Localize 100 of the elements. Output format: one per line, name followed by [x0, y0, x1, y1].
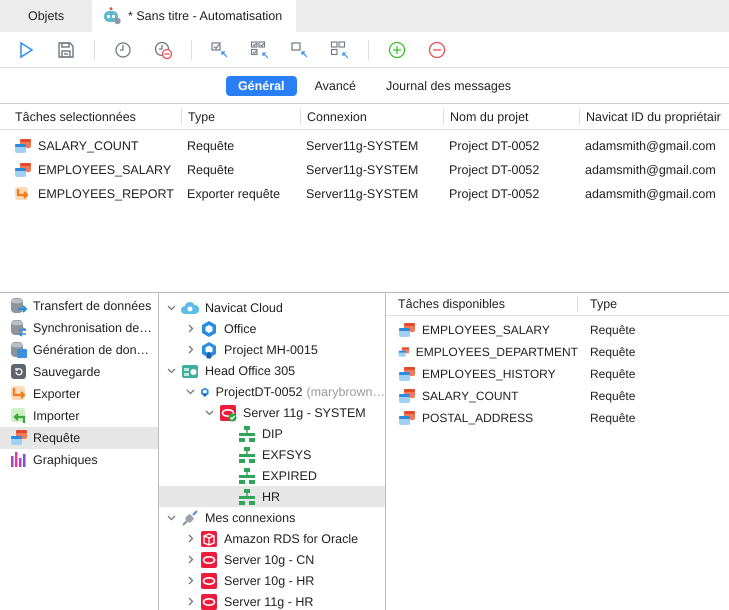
clock-minus-icon: [153, 40, 173, 60]
table-cell: EMPLOYEES_DEPARTMENT: [416, 345, 578, 359]
tree-item[interactable]: ProjectDT-0052 (marybrown…: [159, 381, 385, 402]
schema-icon: [238, 488, 256, 506]
sidebar-item[interactable]: Graphiques: [0, 449, 158, 471]
chart-icon: [10, 451, 28, 469]
column-header[interactable]: Tâches disponibles: [386, 296, 577, 312]
database-sync-icon: [10, 319, 28, 337]
schema-icon: [238, 466, 256, 484]
table-cell-text: Project DT-0052: [448, 139, 540, 153]
checkbox-grid-arrow-icon: [250, 40, 270, 60]
section-tab[interactable]: Journal des messages: [374, 76, 524, 96]
robot-icon: [102, 7, 122, 25]
tree-item[interactable]: EXPIRED: [159, 465, 385, 486]
sidebar-item[interactable]: Synchronisation de…: [0, 317, 158, 339]
table-cell-text: adamsmith@gmail.com: [584, 187, 717, 201]
database-data-icon: [10, 341, 28, 359]
table-cell-text: adamsmith@gmail.com: [584, 139, 717, 153]
query-icon: [14, 138, 32, 154]
chevron-down-icon[interactable]: [166, 303, 176, 312]
plus-circle-icon: [387, 40, 407, 60]
query-icon: [10, 429, 28, 447]
section-tab[interactable]: Avancé: [302, 76, 368, 96]
column-header[interactable]: Type: [577, 296, 675, 312]
tree-item[interactable]: Server 10g - HR: [159, 570, 385, 591]
tree-item[interactable]: Mes connexions: [159, 507, 385, 528]
column-header[interactable]: Connexion: [300, 108, 443, 124]
column-header[interactable]: Type: [181, 108, 300, 124]
chevron-right-icon[interactable]: [186, 576, 194, 585]
table-cell: SALARY_COUNT: [38, 139, 138, 153]
window-tab[interactable]: * Sans titre - Automatisation: [92, 0, 296, 32]
oracle-server-icon: [200, 550, 218, 568]
owner-note: (marybrown…: [306, 384, 385, 398]
table-cell-text: Project DT-0052: [448, 187, 540, 201]
column-header[interactable]: Tâches selectionnées: [0, 108, 181, 124]
chevron-down-icon[interactable]: [166, 513, 176, 522]
window-tab[interactable]: Objets: [0, 0, 92, 32]
shared-project-icon: [200, 340, 218, 358]
aws-box-icon: [200, 530, 218, 548]
column-header[interactable]: Navicat ID du propriétair: [579, 108, 729, 124]
tree-item[interactable]: Server 11g - HR: [159, 591, 385, 610]
database-transfer-icon: [10, 297, 28, 315]
tree-item[interactable]: HR: [159, 486, 385, 507]
table-cell-text: Requête: [589, 389, 636, 403]
query-icon: [398, 410, 416, 426]
chevron-right-icon[interactable]: [186, 534, 194, 543]
checkbox-arrow-icon: [210, 40, 230, 60]
column-header[interactable]: Nom du projet: [443, 108, 579, 124]
schema-icon: [238, 446, 256, 464]
chevron-right-icon[interactable]: [186, 324, 194, 333]
tree-item[interactable]: Project MH-0015: [159, 339, 385, 360]
export-icon: [10, 385, 28, 403]
chevron-right-icon[interactable]: [186, 555, 194, 564]
oracle-server-icon: [219, 404, 237, 422]
query-icon: [398, 322, 416, 338]
query-icon: [14, 162, 32, 178]
sidebar-item[interactable]: Sauvegarde: [0, 361, 158, 383]
import-icon: [10, 407, 28, 425]
table-cell-text: Requête: [589, 345, 636, 359]
table-cell-text: Exporter requête: [186, 187, 282, 201]
table-cell-text: Server11g-SYSTEM: [305, 139, 420, 153]
chevron-right-icon[interactable]: [186, 597, 194, 606]
table-cell-text: adamsmith@gmail.com: [584, 163, 717, 177]
sidebar-item[interactable]: Génération de don…: [0, 339, 158, 361]
chevron-down-icon[interactable]: [186, 387, 194, 396]
table-cell-text: Requête: [589, 367, 636, 381]
table-cell: EMPLOYEES_REPORT: [38, 187, 174, 201]
table-cell-text: Server11g-SYSTEM: [305, 163, 420, 177]
tree-item[interactable]: Head Office 305: [159, 360, 385, 381]
table-cell: EMPLOYEES_HISTORY: [422, 367, 556, 381]
table-cell-text: Requête: [589, 323, 636, 337]
table-cell-text: Project DT-0052: [448, 163, 540, 177]
sidebar-item[interactable]: Importer: [0, 405, 158, 427]
table-cell-text: Requête: [186, 139, 236, 153]
sidebar-item[interactable]: Exporter: [0, 383, 158, 405]
empty-box-arrow-icon: [290, 40, 310, 60]
chevron-right-icon[interactable]: [186, 345, 194, 354]
tree-item[interactable]: Server 11g - SYSTEM: [159, 402, 385, 423]
chevron-down-icon[interactable]: [166, 366, 176, 375]
tree-item[interactable]: Office: [159, 318, 385, 339]
table-cell: SALARY_COUNT: [422, 389, 518, 403]
tree-item[interactable]: Server 10g - CN: [159, 549, 385, 570]
tree-item[interactable]: Navicat Cloud: [159, 297, 385, 318]
tree-item[interactable]: EXFSYS: [159, 444, 385, 465]
table-cell-text: Requête: [186, 163, 236, 177]
oracle-server-icon: [200, 572, 218, 590]
tree-item[interactable]: DIP: [159, 423, 385, 444]
table-cell: POSTAL_ADDRESS: [422, 411, 534, 425]
sidebar-item[interactable]: Requête: [0, 427, 158, 449]
save-icon: [56, 40, 76, 60]
chevron-down-icon[interactable]: [204, 408, 214, 417]
section-tab[interactable]: Général: [226, 76, 296, 96]
table-cell-text: Requête: [589, 411, 636, 425]
minus-circle-icon: [427, 40, 447, 60]
empty-grid-arrow-icon: [330, 40, 350, 60]
query-icon: [398, 388, 416, 404]
tree-item[interactable]: Amazon RDS for Oracle: [159, 528, 385, 549]
table-cell: EMPLOYEES_SALARY: [422, 323, 550, 337]
table-cell: EMPLOYEES_SALARY: [38, 163, 172, 177]
sidebar-item[interactable]: Transfert de données: [0, 295, 158, 317]
